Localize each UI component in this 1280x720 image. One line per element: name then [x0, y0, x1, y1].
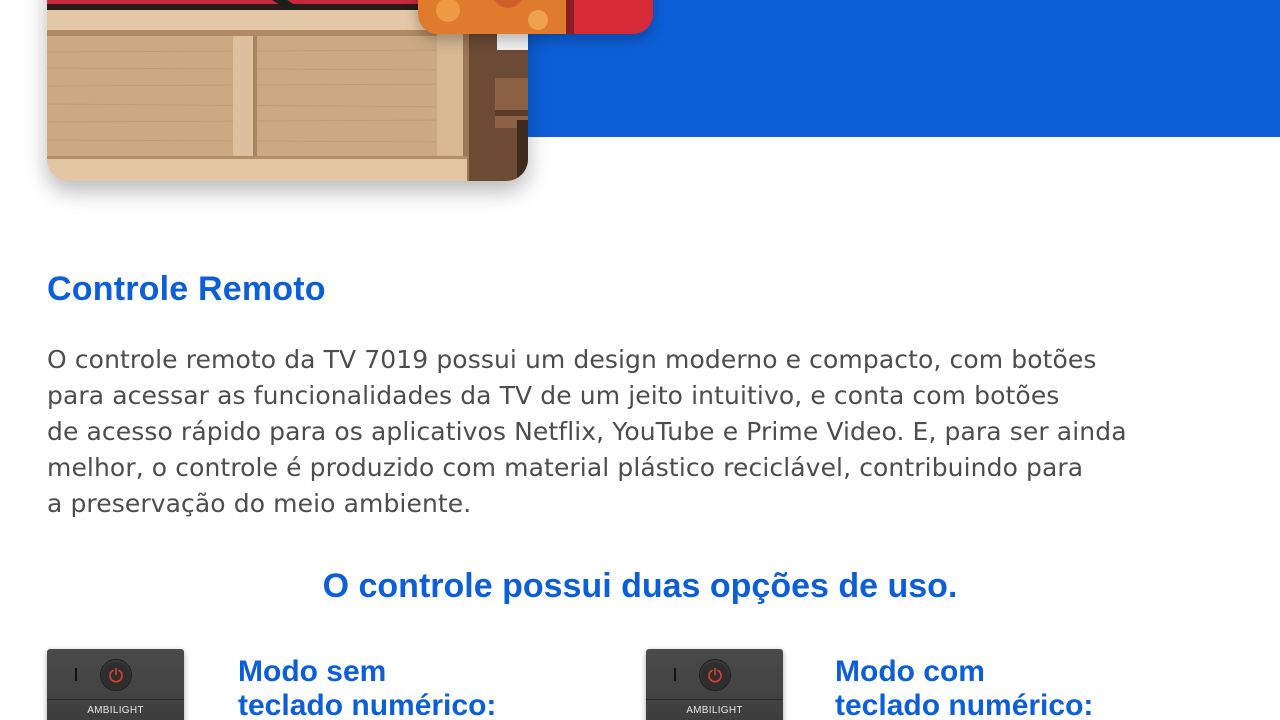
remote-led [75, 668, 77, 681]
mode-label-line: teclado numérico: [835, 689, 1094, 720]
tv-screen-image [418, 0, 653, 34]
description-line: para acessar as funcionalidades da TV de… [47, 381, 1060, 410]
description-line: O controle remoto da TV 7019 possui um d… [47, 345, 1097, 374]
remote-divider [646, 699, 783, 700]
ambilight-label: AMBILIGHT [87, 705, 144, 716]
mode-label-line: Modo com [835, 655, 985, 688]
mode-label-line: Modo sem [238, 655, 387, 688]
remote-image-with-numpad: AMBILIGHT [646, 649, 783, 720]
section-description: O controle remoto da TV 7019 possui um d… [47, 342, 1237, 522]
power-icon [708, 667, 722, 683]
remote-power-button [100, 659, 132, 691]
ambilight-label: AMBILIGHT [686, 705, 743, 716]
remote-led [674, 668, 676, 681]
usage-options-heading: O controle possui duas opções de uso. [322, 567, 958, 605]
description-line: melhor, o controle é produzido com mater… [47, 453, 1084, 482]
power-icon [109, 667, 123, 683]
remote-divider [47, 699, 184, 700]
mode-with-numpad-label: Modo com teclado numérico: [835, 655, 1093, 720]
mode-without-numpad-label: Modo sem teclado numérico: [238, 655, 496, 720]
section-title: Controle Remoto [47, 270, 326, 308]
product-page: Controle Remoto O controle remoto da TV … [0, 0, 1280, 720]
remote-image-without-numpad: AMBILIGHT [47, 649, 184, 720]
remote-power-button [699, 659, 731, 691]
description-line: de acesso rápido para os aplicativos Net… [47, 417, 1127, 446]
mode-label-line: teclado numérico: [238, 689, 497, 720]
description-line: a preservação do meio ambiente. [47, 489, 472, 518]
